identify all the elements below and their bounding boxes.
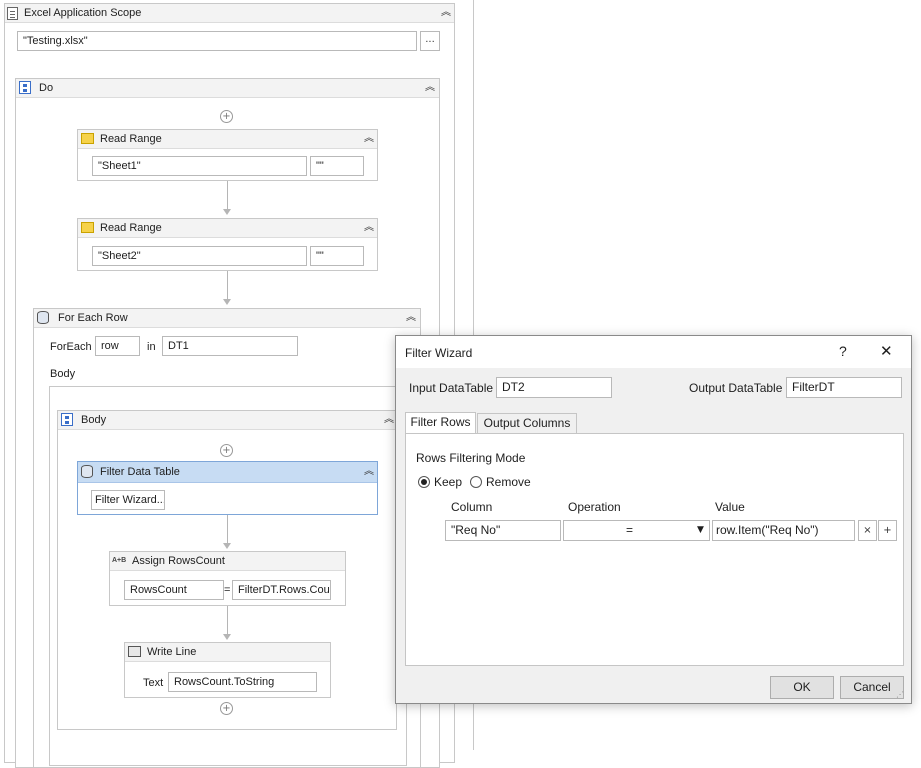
foreach-label: ForEach xyxy=(50,341,92,353)
connector-line xyxy=(227,271,228,299)
write-line-text-label: Text xyxy=(143,677,164,689)
ok-button[interactable]: OK xyxy=(770,676,834,699)
write-line-text-field[interactable]: RowsCount.ToString xyxy=(168,672,317,692)
filter-data-table-header[interactable]: Filter Data Table ︽ xyxy=(78,462,377,483)
read-range-icon xyxy=(81,222,94,233)
value-header: Value xyxy=(715,500,745,514)
read-range-activity-1[interactable]: Read Range ︽ "Sheet1" "" xyxy=(77,129,378,181)
assign-equals-label: = xyxy=(224,584,231,596)
range-field-1[interactable]: "" xyxy=(310,156,364,176)
dialog-title: Filter Wizard xyxy=(405,346,473,360)
tab-output-columns[interactable]: Output Columns xyxy=(477,413,577,434)
excel-scope-header[interactable]: Excel Application Scope ︽ xyxy=(5,4,454,23)
input-datatable-field[interactable]: DT2 xyxy=(496,377,612,398)
assign-value-field[interactable]: FilterDT.Rows.Cour xyxy=(232,580,331,600)
range-field-2[interactable]: "" xyxy=(310,246,364,266)
filter-data-table-title: Filter Data Table xyxy=(100,466,180,478)
double-chevron-up-icon[interactable]: ︽ xyxy=(423,81,437,95)
read-range-1-header[interactable]: Read Range ︽ xyxy=(78,130,377,149)
excel-scope-icon xyxy=(7,7,18,20)
double-chevron-up-icon[interactable]: ︽ xyxy=(362,465,376,479)
assign-to-field[interactable]: RowsCount xyxy=(124,580,224,600)
body-sequence-header[interactable]: Body ︽ xyxy=(58,411,396,430)
filter-rows-panel: Rows Filtering Mode Keep Remove Column O… xyxy=(405,433,904,666)
remove-label: Remove xyxy=(486,475,531,489)
add-activity-icon[interactable]: + xyxy=(220,702,233,715)
connector-arrow-icon xyxy=(223,299,231,305)
add-activity-icon[interactable]: + xyxy=(220,444,233,457)
assign-activity[interactable]: A+B Assign RowsCount RowsCount = FilterD… xyxy=(109,551,346,606)
keep-label: Keep xyxy=(434,475,463,489)
filter-wizard-button[interactable]: Filter Wizard... xyxy=(91,490,165,510)
assign-header[interactable]: A+B Assign RowsCount xyxy=(110,552,345,571)
sheet-name-field-1[interactable]: "Sheet1" xyxy=(92,156,307,176)
body-label: Body xyxy=(50,368,76,380)
output-datatable-label: Output DataTable xyxy=(689,381,783,395)
connector-line xyxy=(227,606,228,634)
add-filter-row-button[interactable]: + xyxy=(878,520,897,541)
body-sequence-title: Body xyxy=(81,414,107,426)
operation-header: Operation xyxy=(568,500,621,514)
connector-arrow-icon xyxy=(223,634,231,640)
read-range-2-title: Read Range xyxy=(100,222,162,234)
read-range-activity-2[interactable]: Read Range ︽ "Sheet2" "" xyxy=(77,218,378,271)
read-range-1-title: Read Range xyxy=(100,133,162,145)
double-chevron-up-icon[interactable]: ︽ xyxy=(362,221,376,235)
sequence-icon xyxy=(19,81,31,94)
remove-radio[interactable] xyxy=(470,476,482,488)
write-line-icon xyxy=(128,646,141,657)
resize-grip-icon[interactable]: ⋰ xyxy=(896,690,904,699)
keep-radio[interactable] xyxy=(418,476,430,488)
filter-value-field[interactable]: row.Item("Req No") xyxy=(712,520,855,541)
for-each-row-icon xyxy=(37,311,49,324)
connector-arrow-icon xyxy=(223,209,231,215)
add-activity-icon[interactable]: + xyxy=(220,110,233,123)
dropdown-arrow-icon[interactable]: ▼ xyxy=(697,521,704,540)
input-datatable-label: Input DataTable xyxy=(409,381,494,395)
connector-arrow-icon xyxy=(223,543,231,549)
write-line-activity[interactable]: Write Line Text RowsCount.ToString xyxy=(124,642,331,698)
double-chevron-up-icon[interactable]: ︽ xyxy=(382,413,396,427)
filter-operation-value: = xyxy=(626,523,634,537)
read-range-icon xyxy=(81,133,94,144)
foreach-item-field[interactable]: row xyxy=(95,336,140,356)
filter-data-table-icon xyxy=(81,465,93,478)
filter-operation-select[interactable]: = ▼ xyxy=(563,520,710,541)
filter-wizard-dialog[interactable]: Filter Wizard ? ✕ Input DataTable DT2 Ou… xyxy=(395,335,912,704)
close-icon[interactable]: ✕ xyxy=(880,342,893,360)
filter-data-table-activity[interactable]: Filter Data Table ︽ Filter Wizard... xyxy=(77,461,378,515)
rows-filtering-mode-label: Rows Filtering Mode xyxy=(416,451,526,465)
for-each-row-title: For Each Row xyxy=(58,312,128,324)
filter-column-field[interactable]: "Req No" xyxy=(445,520,561,541)
foreach-collection-field[interactable]: DT1 xyxy=(162,336,298,356)
cancel-button[interactable]: Cancel xyxy=(840,676,904,699)
tab-filter-rows[interactable]: Filter Rows xyxy=(405,412,476,434)
double-chevron-up-icon[interactable]: ︽ xyxy=(439,6,453,20)
help-icon[interactable]: ? xyxy=(839,343,847,359)
connector-line xyxy=(227,181,228,209)
assign-icon: A+B xyxy=(112,557,127,564)
connector-line xyxy=(227,515,228,543)
sheet-name-field-2[interactable]: "Sheet2" xyxy=(92,246,307,266)
in-label: in xyxy=(147,341,156,353)
browse-button[interactable]: ... xyxy=(420,31,440,51)
remove-filter-row-button[interactable]: × xyxy=(858,520,877,541)
read-range-2-header[interactable]: Read Range ︽ xyxy=(78,219,377,238)
column-header: Column xyxy=(451,500,493,514)
for-each-row-header[interactable]: For Each Row ︽ xyxy=(34,309,420,328)
sequence-icon xyxy=(61,413,73,426)
do-sequence-header[interactable]: Do ︽ xyxy=(16,79,439,98)
output-datatable-field[interactable]: FilterDT xyxy=(786,377,902,398)
excel-scope-title: Excel Application Scope xyxy=(24,7,142,19)
double-chevron-up-icon[interactable]: ︽ xyxy=(362,132,376,146)
dialog-title-bar[interactable]: Filter Wizard ? ✕ xyxy=(396,336,911,368)
workbook-path-field[interactable]: "Testing.xlsx" xyxy=(17,31,417,51)
double-chevron-up-icon[interactable]: ︽ xyxy=(404,311,418,325)
do-sequence-title: Do xyxy=(39,82,54,94)
write-line-header[interactable]: Write Line xyxy=(125,643,330,662)
assign-title: Assign RowsCount xyxy=(132,555,225,567)
write-line-title: Write Line xyxy=(147,646,197,658)
